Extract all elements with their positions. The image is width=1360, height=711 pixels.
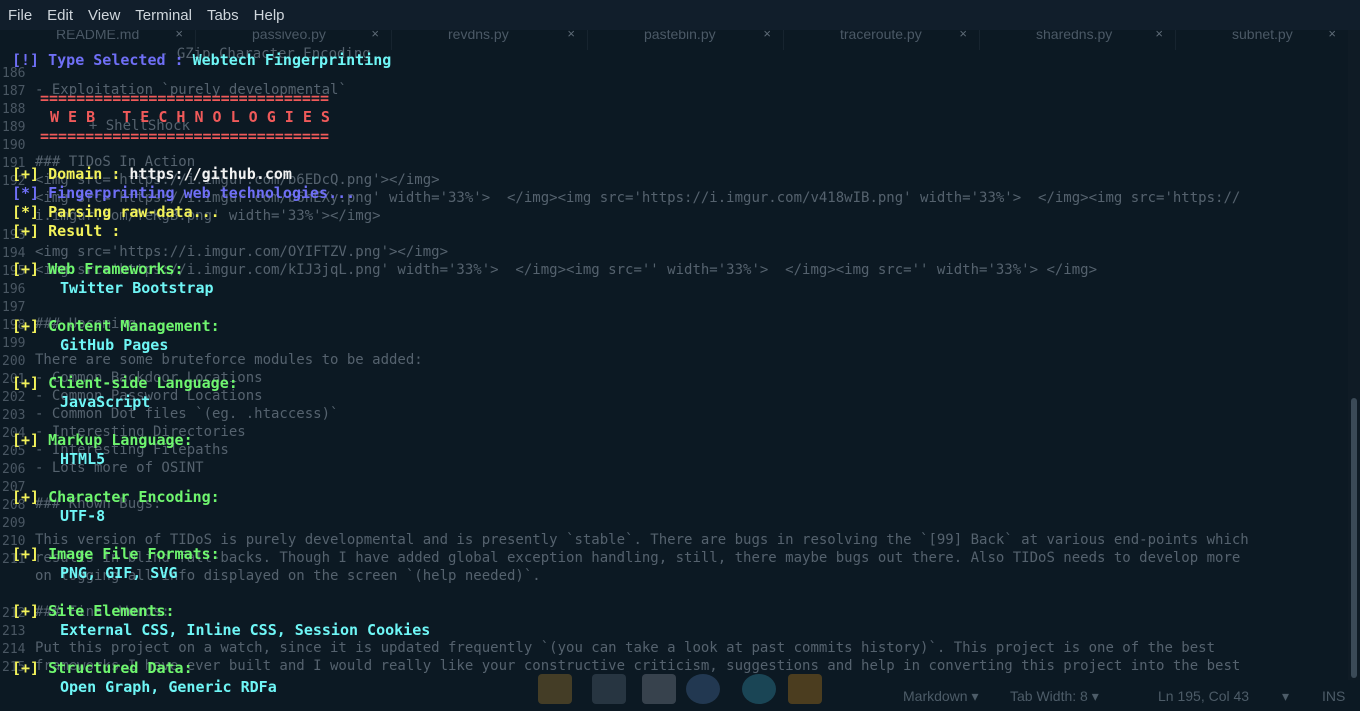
menu-help[interactable]: Help xyxy=(254,7,285,24)
section-value: JavaScript xyxy=(60,393,151,411)
line-prefix: [+] xyxy=(12,260,49,278)
line-prefix: [+] xyxy=(12,374,49,392)
section-value: Open Graph, Generic RDFa xyxy=(60,678,277,696)
fingerprinting-line: [*] Fingerprinting web technologies... xyxy=(12,184,355,202)
result-label: Result : xyxy=(48,222,121,240)
banner-rule-top: ================================ xyxy=(40,89,329,107)
banner-rule-bottom: ================================ xyxy=(40,127,329,145)
menu-edit[interactable]: Edit xyxy=(47,7,73,24)
section-value: UTF-8 xyxy=(60,507,106,525)
type-value: Webtech Fingerprinting xyxy=(192,51,392,69)
section-heading: [+] Site Elements: xyxy=(12,602,175,620)
line-prefix: [+] xyxy=(12,602,49,620)
line-prefix: [+] xyxy=(12,222,49,240)
line-prefix: [+] xyxy=(12,488,49,506)
line-prefix: [+] xyxy=(12,317,49,335)
section-heading: [+] Image File Formats: xyxy=(12,545,220,563)
section-heading: [+] Markup Language: xyxy=(12,431,193,449)
domain-value: https://github.com xyxy=(129,165,292,183)
section-value: PNG, GIF, SVG xyxy=(60,564,178,582)
banner-title: W E B T E C H N O L O G I E S xyxy=(50,108,330,126)
section-value: Twitter Bootstrap xyxy=(60,279,214,297)
fingerprinting-label: Fingerprinting web technologies... xyxy=(48,184,356,202)
line-prefix: [*] xyxy=(12,203,49,221)
section-value: GitHub Pages xyxy=(60,336,169,354)
domain-label: Domain : xyxy=(48,165,130,183)
line-prefix: [+] xyxy=(12,431,49,449)
line-prefix: [!] xyxy=(12,51,49,69)
section-value: External CSS, Inline CSS, Session Cookie… xyxy=(60,621,431,639)
result-line: [+] Result : xyxy=(12,222,120,240)
scrollbar-thumb[interactable] xyxy=(1351,398,1357,678)
menu-terminal[interactable]: Terminal xyxy=(135,7,192,24)
line-prefix: [*] xyxy=(12,184,49,202)
line-prefix: [+] xyxy=(12,659,49,677)
section-heading: [+] Structured Data: xyxy=(12,659,193,677)
section-heading: [+] Web Frameworks: xyxy=(12,260,184,278)
section-label: Image File Formats: xyxy=(48,545,220,563)
section-label: Site Elements: xyxy=(48,602,175,620)
section-label: Markup Language: xyxy=(48,431,193,449)
menu-file[interactable]: File xyxy=(8,7,32,24)
menu-bar: File Edit View Terminal Tabs Help xyxy=(0,0,1360,30)
domain-line: [+] Domain : https://github.com xyxy=(12,165,292,183)
section-heading: [+] Client-side Language: xyxy=(12,374,238,392)
parsing-line: [*] Parsing raw-data... xyxy=(12,203,220,221)
type-selected-line: [!] Type Selected : Webtech Fingerprinti… xyxy=(12,51,391,69)
section-label: Content Management: xyxy=(48,317,220,335)
section-value: HTML5 xyxy=(60,450,106,468)
line-prefix: [+] xyxy=(12,545,49,563)
menu-tabs[interactable]: Tabs xyxy=(207,7,239,24)
section-label: Structured Data: xyxy=(48,659,193,677)
section-heading: [+] Character Encoding: xyxy=(12,488,220,506)
menu-view[interactable]: View xyxy=(88,7,120,24)
terminal-output: [!] Type Selected : Webtech Fingerprinti… xyxy=(0,30,1348,711)
section-label: Web Frameworks: xyxy=(48,260,184,278)
line-prefix: [+] xyxy=(12,165,49,183)
parsing-label: Parsing raw-data... xyxy=(48,203,220,221)
section-heading: [+] Content Management: xyxy=(12,317,220,335)
section-label: Character Encoding: xyxy=(48,488,220,506)
section-label: Client-side Language: xyxy=(48,374,238,392)
type-label: Type Selected : xyxy=(48,51,193,69)
